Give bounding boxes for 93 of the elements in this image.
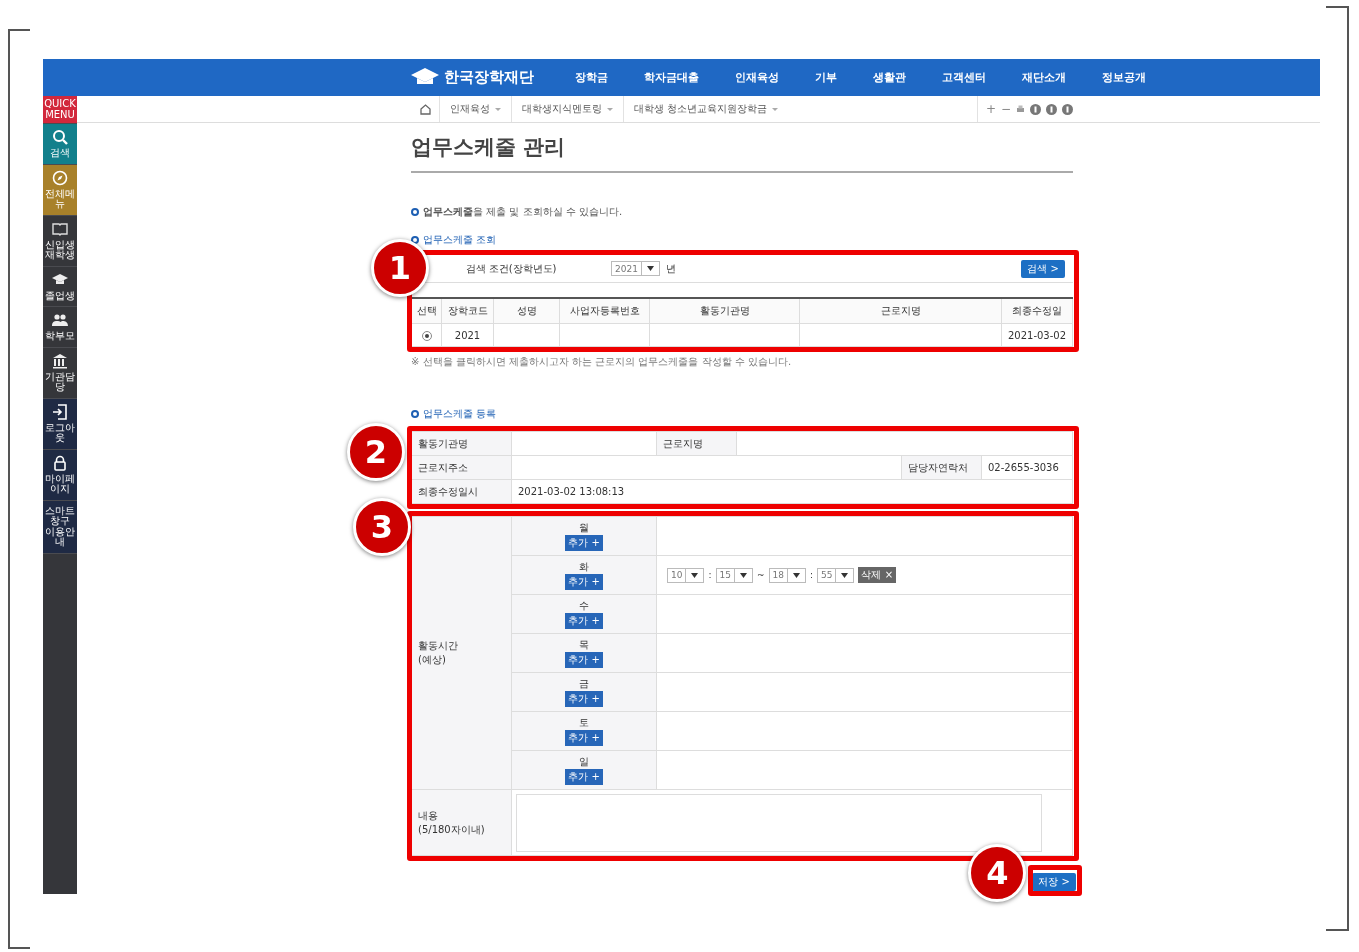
select-field[interactable]: 10 xyxy=(667,567,705,583)
day-label: 일 xyxy=(578,755,590,769)
logout-icon xyxy=(52,403,68,420)
sidebar-item[interactable]: 전체메뉴 xyxy=(43,164,77,216)
column-header: 사업자등록번호 xyxy=(559,298,650,324)
caret-icon xyxy=(691,572,699,578)
select-field[interactable]: 18 xyxy=(768,567,806,583)
intro-text: 업무스케줄을 제출 및 조회하실 수 있습니다. xyxy=(423,205,623,219)
select-field[interactable]: 55 xyxy=(817,567,855,583)
nav-link[interactable]: 기부 xyxy=(815,70,837,85)
day-label: 목 xyxy=(578,638,590,652)
column-header: 선택 xyxy=(411,298,442,324)
sidebar-label: 마이페이지 xyxy=(44,473,76,495)
page-title: 업무스케줄 관리 xyxy=(411,123,1073,173)
sidebar-item[interactable]: 검색 xyxy=(43,124,77,165)
step-badge: 4 xyxy=(968,844,1027,902)
select-field[interactable]: 15 xyxy=(715,567,753,583)
nav-link[interactable]: 생활관 xyxy=(873,70,906,85)
search-label: 검색 조건(장학년도) xyxy=(464,261,558,276)
sidebar-label: 신입생 재학생 xyxy=(44,239,76,261)
compass-icon xyxy=(52,169,68,186)
select-field[interactable]: 2021 xyxy=(611,261,660,276)
delete-button[interactable]: 삭제 × xyxy=(858,567,896,583)
nav-link[interactable]: 장학금 xyxy=(575,70,608,85)
site-logo[interactable]: 한국장학재단 xyxy=(410,66,575,89)
home-icon[interactable] xyxy=(419,103,431,115)
nav-link[interactable]: 고객센터 xyxy=(942,70,986,85)
zoom-control[interactable]: − xyxy=(1000,102,1011,116)
day-label: 월 xyxy=(578,521,590,535)
sidebar-label: 스마트 창구 이용안내 xyxy=(44,505,76,548)
field-label: 근로지명 xyxy=(656,431,737,456)
add-button[interactable]: 추가 + xyxy=(565,652,603,668)
caret-icon xyxy=(739,572,747,578)
sidebar-label: 졸업생 xyxy=(45,290,75,301)
people-icon xyxy=(52,312,68,328)
lock-icon xyxy=(52,454,68,471)
column-header: 성명 xyxy=(493,298,560,324)
add-button[interactable]: 추가 + xyxy=(565,769,603,785)
add-button[interactable]: 추가 + xyxy=(565,574,603,590)
nav-link[interactable]: 인재육성 xyxy=(735,70,779,85)
step-badge: 3 xyxy=(353,498,411,556)
field-value: 02-2655-3036 xyxy=(988,462,1059,473)
time-separator: : xyxy=(809,570,813,580)
caret-icon xyxy=(841,572,849,578)
book-icon xyxy=(52,220,68,237)
sidebar-label: 학부모 xyxy=(45,331,75,342)
nav-link[interactable]: 정보공개 xyxy=(1102,70,1146,85)
nav-link[interactable]: 학자금대출 xyxy=(644,70,699,85)
field-label: 활동시간 (예상) xyxy=(418,640,458,665)
breadcrumb-item[interactable]: 대학생지식멘토링 xyxy=(511,96,623,122)
field-value: 2021-03-02 13:08:13 xyxy=(518,486,625,497)
breadcrumb-item[interactable]: 인재육성 xyxy=(439,96,511,122)
save-button[interactable]: 저장 > xyxy=(1032,873,1076,891)
field-label: 활동기관명 xyxy=(411,431,512,456)
breadcrumb-item[interactable]: 대학생 청소년교육지원장학금 xyxy=(623,96,789,122)
day-label: 토 xyxy=(578,716,590,730)
building-icon xyxy=(52,352,68,369)
sidebar-label: 로그아웃 xyxy=(44,422,76,444)
zoom-control[interactable]: + xyxy=(985,102,996,116)
year-unit: 년 xyxy=(665,261,676,276)
add-button[interactable]: 추가 + xyxy=(565,613,603,629)
print-icon[interactable] xyxy=(1016,104,1025,114)
search-icon xyxy=(52,129,68,145)
sidebar-item[interactable]: 스마트 창구 이용안내 xyxy=(43,500,77,554)
range-separator: ~ xyxy=(756,570,765,580)
column-header: 근로지명 xyxy=(799,298,1002,324)
caret-icon xyxy=(792,572,800,578)
column-header: 장학코드 xyxy=(441,298,494,324)
column-header: 활동기관명 xyxy=(649,298,800,324)
caret-icon xyxy=(646,266,654,271)
search-button[interactable]: 검색 > xyxy=(1021,259,1065,278)
sidebar-item[interactable]: 로그아웃 xyxy=(43,398,77,450)
day-label: 수 xyxy=(578,599,590,613)
day-label: 금 xyxy=(578,677,590,691)
sidebar-label: 검색 xyxy=(50,148,70,159)
field-label: 내용 (5/180자이내) xyxy=(418,809,485,835)
add-button[interactable]: 추가 + xyxy=(565,730,603,746)
step-badge: 2 xyxy=(347,423,405,481)
column-header: 최종수정일 xyxy=(1001,298,1073,324)
day-label: 화 xyxy=(578,560,590,574)
section-title: 업무스케줄 등록 xyxy=(423,407,497,421)
help-note: ※ 선택을 클릭하시면 제출하시고자 하는 근로지의 업무스케줄을 작성할 수 있습니다. xyxy=(411,355,793,369)
nav-link[interactable]: 재단소개 xyxy=(1022,70,1066,85)
sidebar-label: 기관담당 xyxy=(44,371,76,393)
sidebar-item[interactable]: 마이페이지 xyxy=(43,449,77,501)
sidebar-label: 전체메뉴 xyxy=(44,188,76,210)
bullet-icon xyxy=(411,410,419,418)
time-separator: : xyxy=(708,570,712,580)
field-label: 근로지주소 xyxy=(411,455,512,480)
field-label: 최종수정일시 xyxy=(411,479,512,504)
bullet-icon xyxy=(411,208,419,216)
add-button[interactable]: 추가 + xyxy=(565,535,603,551)
add-button[interactable]: 추가 + xyxy=(565,691,603,707)
